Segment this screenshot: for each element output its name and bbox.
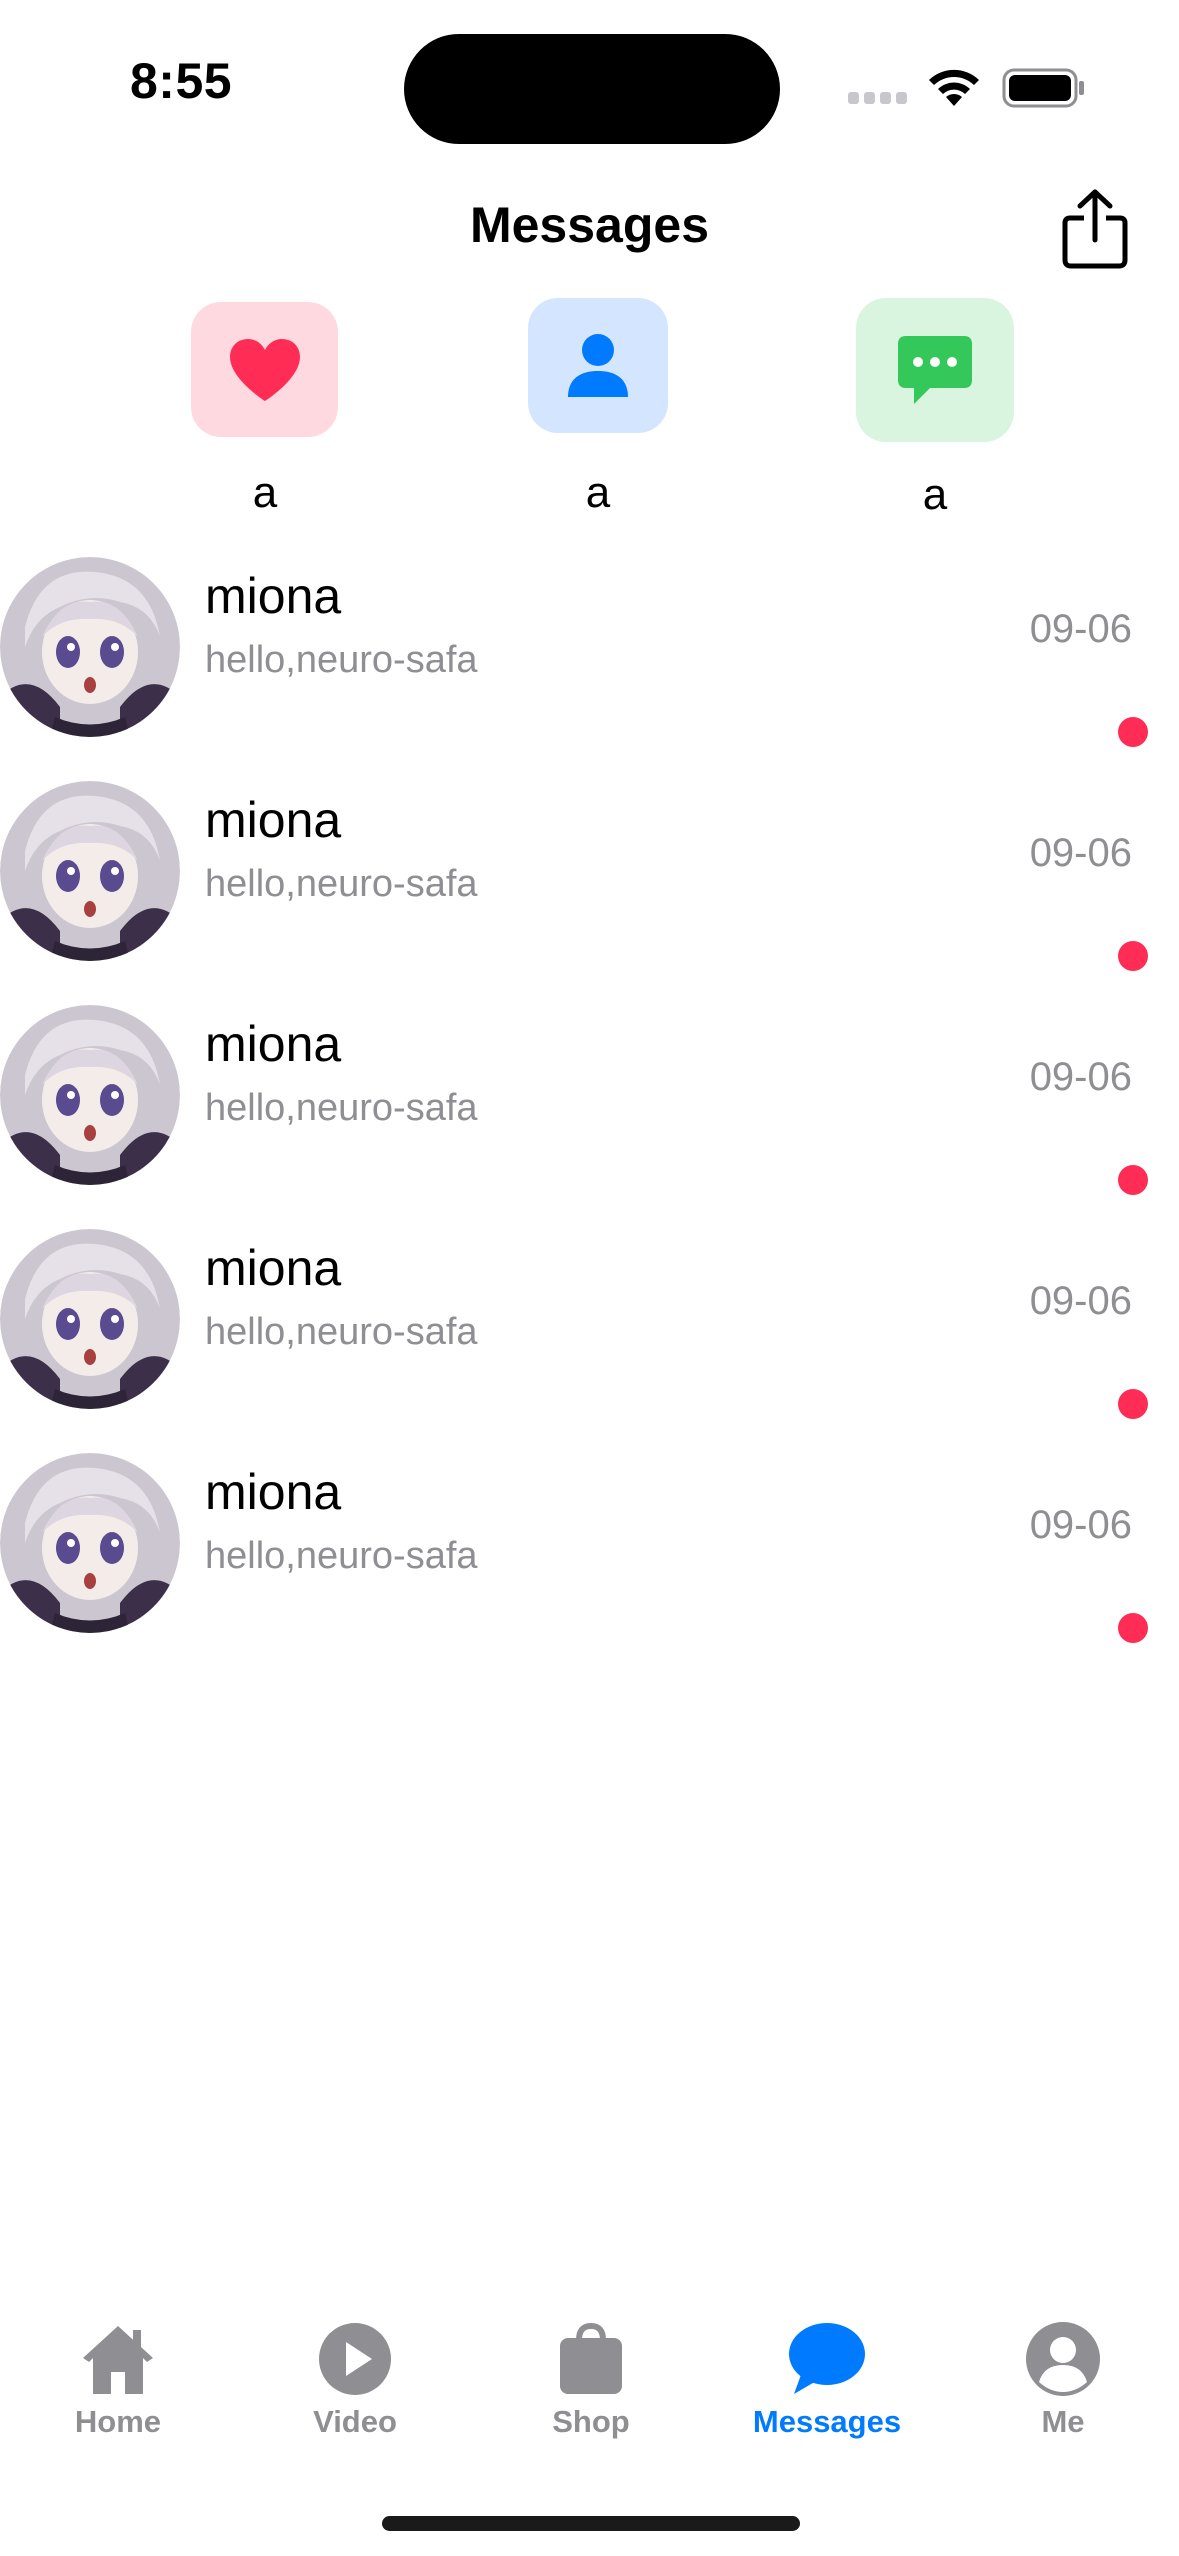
- quick-action-comments[interactable]: [856, 298, 1014, 442]
- contact-name: miona: [205, 1464, 342, 1520]
- message-row[interactable]: miona hello,neuro-safa 09-06: [0, 1229, 1179, 1453]
- message-row[interactable]: miona hello,neuro-safa 09-06: [0, 557, 1179, 781]
- person-icon: [568, 333, 628, 397]
- heart-icon: [229, 338, 300, 401]
- contact-name: miona: [205, 1240, 342, 1296]
- message-row[interactable]: miona hello,neuro-safa 09-06: [0, 1453, 1179, 1677]
- quick-action-label: a: [585, 468, 611, 517]
- tab-label: Shop: [552, 2404, 630, 2439]
- home-indicator: [382, 2516, 800, 2531]
- quick-action-label: a: [252, 468, 278, 517]
- status-time: 8:55: [130, 53, 233, 109]
- unread-dot: [1118, 1613, 1148, 1643]
- avatar: [0, 1453, 180, 1633]
- cellular-signal-icon: [848, 92, 907, 104]
- avatar: [0, 781, 180, 961]
- message-time: 09-06: [1029, 607, 1132, 651]
- message-preview: hello,neuro-safa: [205, 1087, 478, 1129]
- tab-label: Messages: [752, 2404, 902, 2439]
- contact-name: miona: [205, 568, 342, 624]
- message-row[interactable]: miona hello,neuro-safa 09-06: [0, 781, 1179, 1005]
- quick-action-label: a: [922, 470, 948, 519]
- avatar: [0, 1005, 180, 1185]
- dynamic-island: [404, 34, 780, 144]
- quick-action-contacts[interactable]: [528, 298, 668, 433]
- tab-messages[interactable]: Messages: [732, 2320, 922, 2460]
- tab-label: Home: [74, 2404, 162, 2439]
- message-time: 09-06: [1029, 1279, 1132, 1323]
- message-time: 09-06: [1029, 1503, 1132, 1547]
- message-preview: hello,neuro-safa: [205, 1535, 478, 1577]
- tab-label: Me: [1041, 2404, 1085, 2439]
- contact-name: miona: [205, 1016, 342, 1072]
- house-icon: [83, 2326, 153, 2394]
- tab-me[interactable]: Me: [968, 2320, 1158, 2460]
- message-preview: hello,neuro-safa: [205, 863, 478, 905]
- message-preview: hello,neuro-safa: [205, 639, 478, 681]
- unread-dot: [1118, 941, 1148, 971]
- message-preview: hello,neuro-safa: [205, 1311, 478, 1353]
- tab-label: Video: [313, 2404, 397, 2439]
- tab-home[interactable]: Home: [23, 2320, 213, 2460]
- tab-video[interactable]: Video: [260, 2320, 450, 2460]
- contact-name: miona: [205, 792, 342, 848]
- quick-action-likes[interactable]: [191, 302, 338, 437]
- message-row[interactable]: miona hello,neuro-safa 09-06: [0, 1005, 1179, 1229]
- chat-bubble-icon: [898, 336, 972, 404]
- tab-shop[interactable]: Shop: [496, 2320, 686, 2460]
- avatar: [0, 557, 180, 737]
- battery-icon: [1002, 68, 1084, 108]
- shopping-bag-icon: [560, 2322, 622, 2394]
- wifi-icon: [929, 69, 979, 106]
- page-title: Messages: [469, 197, 710, 253]
- share-button[interactable]: [1060, 188, 1130, 270]
- play-icon: [319, 2323, 391, 2395]
- message-time: 09-06: [1029, 1055, 1132, 1099]
- message-time: 09-06: [1029, 831, 1132, 875]
- avatar: [0, 1229, 180, 1409]
- person-circle-icon: [1026, 2322, 1100, 2396]
- unread-dot: [1118, 717, 1148, 747]
- unread-dot: [1118, 1165, 1148, 1195]
- chat-bubble-icon: [789, 2323, 865, 2394]
- unread-dot: [1118, 1389, 1148, 1419]
